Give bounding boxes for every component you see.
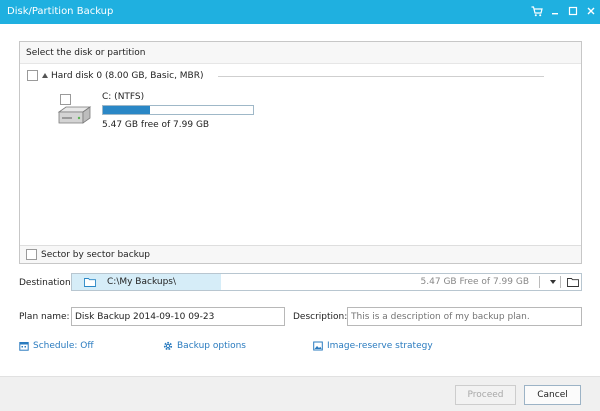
partition-free-space: 5.47 GB free of 7.99 GB xyxy=(102,120,210,130)
collapse-arrow-icon[interactable] xyxy=(42,73,48,78)
partition-usage-bar xyxy=(102,105,254,115)
cancel-button[interactable]: Cancel xyxy=(524,385,581,405)
destination-field[interactable]: C:\My Backups\ 5.47 GB Free of 7.99 GB xyxy=(71,273,582,291)
source-panel-header: Select the disk or partition xyxy=(20,42,581,64)
divider xyxy=(560,276,561,288)
description-input[interactable] xyxy=(347,307,582,326)
destination-label: Destination: xyxy=(19,278,74,288)
schedule-link-label: Schedule: Off xyxy=(33,341,94,351)
browse-folder-icon[interactable] xyxy=(567,277,579,290)
gear-icon xyxy=(163,341,173,351)
partition-usage-fill xyxy=(103,106,151,114)
minimize-icon[interactable] xyxy=(546,2,564,20)
proceed-button[interactable]: Proceed xyxy=(455,385,516,405)
close-icon[interactable] xyxy=(582,2,600,20)
sector-backup-checkbox[interactable] xyxy=(26,249,37,260)
chevron-down-icon[interactable] xyxy=(550,280,556,284)
disk-checkbox[interactable] xyxy=(27,70,38,81)
sector-backup-label[interactable]: Sector by sector backup xyxy=(41,250,150,260)
folder-icon xyxy=(84,277,96,290)
cart-icon[interactable] xyxy=(528,2,546,20)
destination-path-text: C:\My Backups\ xyxy=(107,277,177,287)
backup-options-label: Backup options xyxy=(177,341,246,351)
destination-free-space: 5.47 GB Free of 7.99 GB xyxy=(420,277,529,287)
source-panel: Select the disk or partition Hard disk 0… xyxy=(19,41,582,264)
partition-name: C: (NTFS) xyxy=(102,92,145,102)
plan-name-input[interactable] xyxy=(71,307,285,326)
source-panel-title: Select the disk or partition xyxy=(26,48,146,58)
maximize-icon[interactable] xyxy=(564,2,582,20)
image-reserve-link[interactable]: Image-reserve strategy xyxy=(313,341,433,351)
sector-backup-row: Sector by sector backup xyxy=(20,245,581,263)
image-icon xyxy=(313,341,323,351)
hard-drive-icon xyxy=(56,106,92,129)
disk-label: Hard disk 0 (8.00 GB, Basic, MBR) xyxy=(51,71,204,81)
image-reserve-label: Image-reserve strategy xyxy=(327,341,433,351)
partition-checkbox[interactable] xyxy=(60,94,71,105)
title-bar: Disk/Partition Backup xyxy=(0,0,600,24)
description-label: Description: xyxy=(293,312,348,322)
backup-options-link[interactable]: Backup options xyxy=(163,341,246,351)
schedule-link[interactable]: Schedule: Off xyxy=(19,341,94,351)
divider xyxy=(539,276,540,288)
disk-row[interactable]: Hard disk 0 (8.00 GB, Basic, MBR) xyxy=(20,68,581,84)
window-title: Disk/Partition Backup xyxy=(7,6,114,17)
divider xyxy=(218,76,544,77)
footer-bar: Proceed Cancel xyxy=(0,376,600,411)
calendar-icon xyxy=(19,342,29,351)
plan-name-label: Plan name: xyxy=(19,312,70,322)
destination-path[interactable]: C:\My Backups\ xyxy=(72,274,221,290)
